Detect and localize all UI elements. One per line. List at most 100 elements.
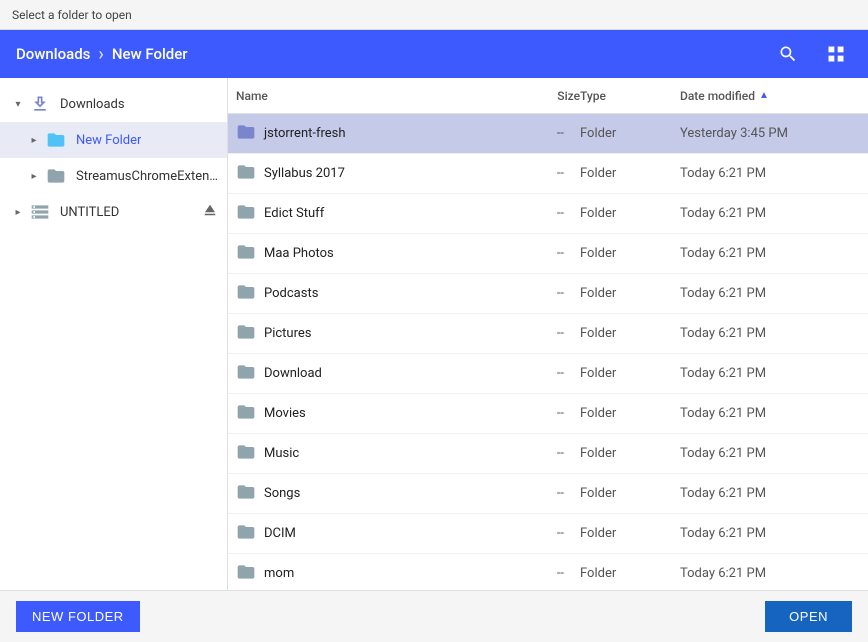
cell-name: Movies — [236, 402, 500, 426]
table-row[interactable]: jstorrent-fresh -- Folder Yesterday 3:45… — [228, 114, 868, 154]
cell-date: Today 6:21 PM — [680, 246, 860, 261]
header-actions — [772, 38, 852, 70]
row-name-label: Maa Photos — [264, 246, 334, 261]
cell-name: Maa Photos — [236, 242, 500, 266]
cell-name: Edict Stuff — [236, 202, 500, 226]
file-table: Name Size Type Date modified ▲ jstorrent… — [228, 78, 868, 590]
open-button[interactable]: OPEN — [765, 601, 852, 632]
new-folder-button[interactable]: NEW FOLDER — [16, 601, 140, 632]
table-row[interactable]: Pictures -- Folder Today 6:21 PM — [228, 314, 868, 354]
table-row[interactable]: Music -- Folder Today 6:21 PM — [228, 434, 868, 474]
cell-size: -- — [500, 166, 580, 181]
row-name-label: Edict Stuff — [264, 206, 324, 221]
col-size[interactable]: Size — [500, 89, 580, 103]
cell-size: -- — [500, 206, 580, 221]
cell-type: Folder — [580, 566, 680, 581]
cell-type: Folder — [580, 406, 680, 421]
table-row[interactable]: Syllabus 2017 -- Folder Today 6:21 PM — [228, 154, 868, 194]
new-folder-icon — [44, 128, 68, 152]
cell-name: Syllabus 2017 — [236, 162, 500, 186]
cell-date: Today 6:21 PM — [680, 286, 860, 301]
search-button[interactable] — [772, 38, 804, 70]
sidebar-item-untitled[interactable]: ▸ UNTITLED — [0, 194, 227, 230]
cell-size: -- — [500, 446, 580, 461]
row-folder-icon — [236, 522, 256, 546]
cell-date: Today 6:21 PM — [680, 206, 860, 221]
table-row[interactable]: Songs -- Folder Today 6:21 PM — [228, 474, 868, 514]
row-folder-icon — [236, 242, 256, 266]
chevron-down-icon: ▾ — [8, 94, 28, 114]
row-name-label: Songs — [264, 486, 300, 501]
sort-arrow-icon: ▲ — [759, 90, 769, 101]
table-row[interactable]: Maa Photos -- Folder Today 6:21 PM — [228, 234, 868, 274]
cell-type: Folder — [580, 486, 680, 501]
row-name-label: Movies — [264, 406, 306, 421]
cell-size: -- — [500, 366, 580, 381]
download-folder-icon — [28, 92, 52, 116]
table-header: Name Size Type Date modified ▲ — [228, 78, 868, 114]
cell-name: Music — [236, 442, 500, 466]
row-folder-icon — [236, 202, 256, 226]
grid-view-button[interactable] — [820, 38, 852, 70]
search-icon — [778, 44, 798, 64]
cell-size: -- — [500, 486, 580, 501]
cell-name: Download — [236, 362, 500, 386]
streamus-folder-icon — [44, 164, 68, 188]
row-folder-icon — [236, 482, 256, 506]
sidebar-label-untitled: UNTITLED — [60, 205, 119, 220]
breadcrumb: Downloads › New Folder — [16, 44, 772, 65]
cell-size: -- — [500, 566, 580, 581]
cell-date: Today 6:21 PM — [680, 446, 860, 461]
row-name-label: Podcasts — [264, 286, 318, 301]
cell-date: Today 6:21 PM — [680, 366, 860, 381]
sidebar: ▾ Downloads ▸ New Folder ▸ StreamusChrom… — [0, 78, 228, 590]
cell-size: -- — [500, 126, 580, 141]
table-row[interactable]: Podcasts -- Folder Today 6:21 PM — [228, 274, 868, 314]
row-folder-icon — [236, 362, 256, 386]
cell-type: Folder — [580, 366, 680, 381]
row-folder-icon — [236, 322, 256, 346]
cell-date: Today 6:21 PM — [680, 486, 860, 501]
cell-date: Today 6:21 PM — [680, 566, 860, 581]
row-folder-icon — [236, 402, 256, 426]
topbar-label: Select a folder to open — [12, 8, 132, 22]
row-folder-icon — [236, 562, 256, 586]
cell-name: Podcasts — [236, 282, 500, 306]
table-row[interactable]: Movies -- Folder Today 6:21 PM — [228, 394, 868, 434]
row-name-label: Syllabus 2017 — [264, 166, 345, 181]
chevron-right-icon3: ▸ — [8, 202, 28, 222]
breadcrumb-child: New Folder — [112, 45, 188, 63]
row-folder-icon — [236, 442, 256, 466]
cell-size: -- — [500, 286, 580, 301]
sidebar-label-streamus: StreamusChromeExtensi... — [76, 169, 219, 184]
breadcrumb-root[interactable]: Downloads — [16, 45, 90, 63]
row-name-label: Download — [264, 366, 322, 381]
cell-name: Pictures — [236, 322, 500, 346]
sidebar-item-streamus[interactable]: ▸ StreamusChromeExtensi... — [0, 158, 227, 194]
sidebar-label-new-folder: New Folder — [76, 133, 141, 148]
table-row[interactable]: DCIM -- Folder Today 6:21 PM — [228, 514, 868, 554]
col-date[interactable]: Date modified ▲ — [680, 89, 860, 103]
cell-type: Folder — [580, 166, 680, 181]
col-type[interactable]: Type — [580, 89, 680, 103]
cell-date: Today 6:21 PM — [680, 166, 860, 181]
cell-type: Folder — [580, 206, 680, 221]
table-row[interactable]: mom -- Folder Today 6:21 PM — [228, 554, 868, 590]
grid-icon — [826, 44, 846, 64]
eject-icon[interactable] — [201, 201, 219, 223]
sidebar-label-downloads: Downloads — [60, 97, 125, 112]
table-row[interactable]: Download -- Folder Today 6:21 PM — [228, 354, 868, 394]
table-row[interactable]: Edict Stuff -- Folder Today 6:21 PM — [228, 194, 868, 234]
col-name[interactable]: Name — [236, 89, 500, 103]
cell-type: Folder — [580, 286, 680, 301]
cell-type: Folder — [580, 326, 680, 341]
row-name-label: Pictures — [264, 326, 311, 341]
chevron-right-icon: ▸ — [24, 130, 44, 150]
cell-size: -- — [500, 246, 580, 261]
sidebar-item-downloads[interactable]: ▾ Downloads — [0, 86, 227, 122]
cell-size: -- — [500, 526, 580, 541]
cell-date: Today 6:21 PM — [680, 526, 860, 541]
topbar: Select a folder to open — [0, 0, 868, 30]
sidebar-item-new-folder[interactable]: ▸ New Folder — [0, 122, 227, 158]
cell-size: -- — [500, 326, 580, 341]
